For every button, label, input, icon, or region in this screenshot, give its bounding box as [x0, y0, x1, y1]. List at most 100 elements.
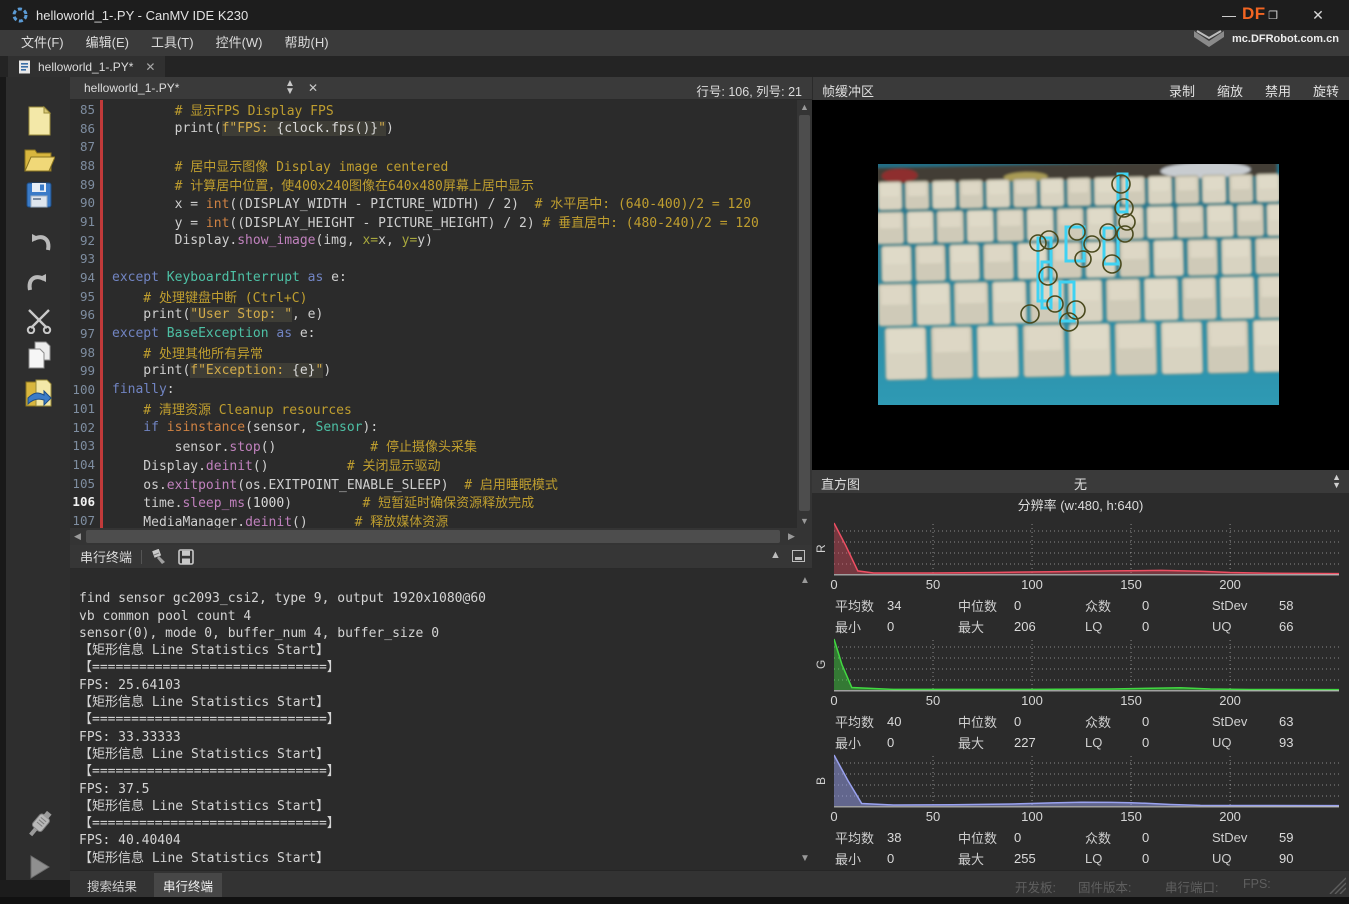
scroll-up-icon[interactable]: ▲: [797, 100, 812, 114]
line-number: 107: [72, 512, 95, 528]
cursor-position-status: 行号: 106, 列号: 21: [696, 85, 802, 99]
scrollbar-thumb[interactable]: [799, 115, 810, 511]
histogram-mode-select[interactable]: 无: [812, 474, 1349, 493]
paste-button[interactable]: [22, 377, 56, 409]
code-line: 87: [70, 137, 797, 157]
stat-label: 最小: [835, 852, 862, 867]
editor-horizontal-scrollbar[interactable]: ◀ ▶: [70, 528, 812, 545]
dfrobot-branding: mc.DFRobot.com.cn: [1192, 24, 1342, 54]
save-file-button[interactable]: [22, 179, 56, 211]
code-line: 85 # 显示FPS Display FPS: [70, 100, 797, 119]
code-line: 106 time.sleep_ms(1000) # 短暂延时确保资源释放完成: [70, 492, 797, 511]
new-file-button[interactable]: [22, 105, 56, 137]
scissors-icon: [26, 309, 52, 334]
code-text: # 显示FPS Display FPS: [112, 103, 334, 119]
scroll-right-icon[interactable]: ▶: [784, 528, 799, 545]
terminal-line: 【矩形信息 Line Statistics Start】: [79, 798, 330, 814]
code-line: 88 # 居中显示图像 Display image centered: [70, 156, 797, 175]
resize-grip[interactable]: [1324, 876, 1346, 894]
file-tab[interactable]: helloworld_1-.PY* ✕: [8, 56, 166, 77]
document-selector[interactable]: helloworld_1-.PY*: [84, 81, 179, 95]
code-line: 91 y = int((DISPLAY_HEIGHT - PICTURE_HEI…: [70, 212, 797, 231]
stat-value: 66: [1279, 619, 1294, 634]
histogram-chart: [834, 754, 1339, 808]
code-line: 92 Display.show_image(img, x=x, y=y): [70, 230, 797, 250]
line-number: 98: [79, 344, 95, 360]
open-file-button[interactable]: [22, 143, 56, 175]
axis-tick-label: 150: [1120, 809, 1142, 824]
bottom-tab-0[interactable]: 搜索结果: [78, 873, 146, 898]
stat-label: LQ: [1085, 735, 1103, 750]
redo-button[interactable]: [22, 267, 56, 299]
file-tab-close-icon[interactable]: ✕: [145, 60, 155, 74]
stat-value: 0: [1142, 714, 1150, 729]
code-line: 96 print("User Stop: ", e): [70, 305, 797, 325]
code-text: time.sleep_ms(1000) # 短暂延时确保资源释放完成: [112, 496, 535, 512]
run-script-button[interactable]: [22, 851, 56, 883]
code-text: Display.show_image(img, x=x, y=y): [112, 232, 433, 248]
scroll-left-icon[interactable]: ◀: [70, 528, 85, 545]
cut-button[interactable]: [22, 305, 56, 337]
line-number: 95: [79, 288, 95, 304]
save-terminal-log-button[interactable]: [177, 548, 195, 565]
histogram-axis: 0 50 100 150 200: [830, 809, 1339, 825]
stat-value: 0: [1142, 851, 1150, 866]
record-button[interactable]: 录制: [1169, 81, 1195, 100]
line-number: 94: [79, 270, 95, 286]
terminal-line: 【==============================】: [79, 660, 340, 676]
serial-terminal-output[interactable]: find sensor gc2093_csi2, type 9, output …: [70, 569, 812, 870]
code-editor[interactable]: 85 # 显示FPS Display FPS 86 print(f"FPS: {c…: [70, 100, 797, 528]
status-label: FPS:: [1243, 877, 1271, 891]
line-number: 97: [79, 326, 95, 342]
stat-value: 0: [1142, 735, 1150, 750]
code-line: 90 x = int((DISPLAY_WIDTH - PICTURE_WIDT…: [70, 193, 797, 212]
menu-item[interactable]: 文件(F): [10, 30, 75, 56]
menu-item[interactable]: 工具(T): [140, 30, 205, 56]
terminal-scroll-down-icon[interactable]: ▼: [800, 853, 810, 864]
stat-value: 93: [1279, 735, 1294, 750]
menu-item[interactable]: 编辑(E): [75, 30, 140, 56]
stat-label: 平均数: [835, 715, 875, 730]
redo-arrow-icon: [27, 274, 46, 291]
histogram-axis: 0 50 100 150 200: [830, 577, 1339, 593]
histogram-mode-arrows-icon[interactable]: ▲ ▼: [1332, 473, 1341, 490]
open-folder-icon: [24, 149, 55, 172]
stat-value: 227: [1014, 735, 1036, 750]
stat-label: UQ: [1212, 619, 1232, 634]
stat-value: 58: [1279, 598, 1294, 613]
code-line: 104 Display.deinit() # 关闭显示驱动: [70, 455, 797, 474]
bottom-left-corner: [0, 880, 70, 897]
connect-board-button[interactable]: [22, 809, 56, 841]
frame-buffer-title: 帧缓冲区: [822, 84, 875, 99]
document-close-icon[interactable]: ✕: [308, 81, 318, 95]
disable-button[interactable]: 禁用: [1265, 81, 1291, 100]
stat-value: 40: [887, 714, 902, 729]
stat-label: 众数: [1085, 599, 1112, 614]
terminal-scroll-up-icon[interactable]: ▲: [800, 575, 810, 586]
frame-buffer-header: 帧缓冲区 录制 缩放 禁用 旋转: [812, 77, 1349, 100]
undo-button[interactable]: [22, 227, 56, 259]
menu-item[interactable]: 控件(W): [205, 30, 274, 56]
bottom-tab-1[interactable]: 串行终端: [154, 873, 223, 898]
scrollbar-thumb[interactable]: [86, 530, 780, 543]
scroll-down-icon[interactable]: ▼: [797, 514, 812, 528]
rotate-button[interactable]: 旋转: [1313, 81, 1339, 100]
stat-value: 38: [887, 830, 902, 845]
clear-terminal-button[interactable]: [151, 548, 169, 565]
undo-arrow-icon: [32, 234, 51, 251]
editor-vertical-scrollbar[interactable]: ▲ ▼: [797, 100, 812, 528]
copy-button[interactable]: [22, 339, 56, 371]
zoom-button[interactable]: 缩放: [1217, 81, 1243, 100]
stat-label: 最大: [958, 620, 985, 635]
code-text: # 居中显示图像 Display image centered: [112, 159, 449, 175]
code-line: 105 os.exitpoint(os.EXITPOINT_ENABLE_SLE…: [70, 473, 797, 493]
terminal-line: 【矩形信息 Line Statistics Start】: [79, 643, 330, 659]
menu-item[interactable]: 帮助(H): [274, 30, 340, 56]
stat-value: 59: [1279, 830, 1294, 845]
terminal-line: FPS: 37.5: [79, 781, 150, 797]
collapse-terminal-icon[interactable]: ▲: [770, 549, 781, 561]
document-selector-arrows-icon[interactable]: ▲ ▼: [285, 79, 295, 97]
terminal-line: 【==============================】: [79, 712, 340, 728]
paste-icon: [25, 379, 52, 407]
expand-panel-icon[interactable]: [792, 550, 805, 562]
